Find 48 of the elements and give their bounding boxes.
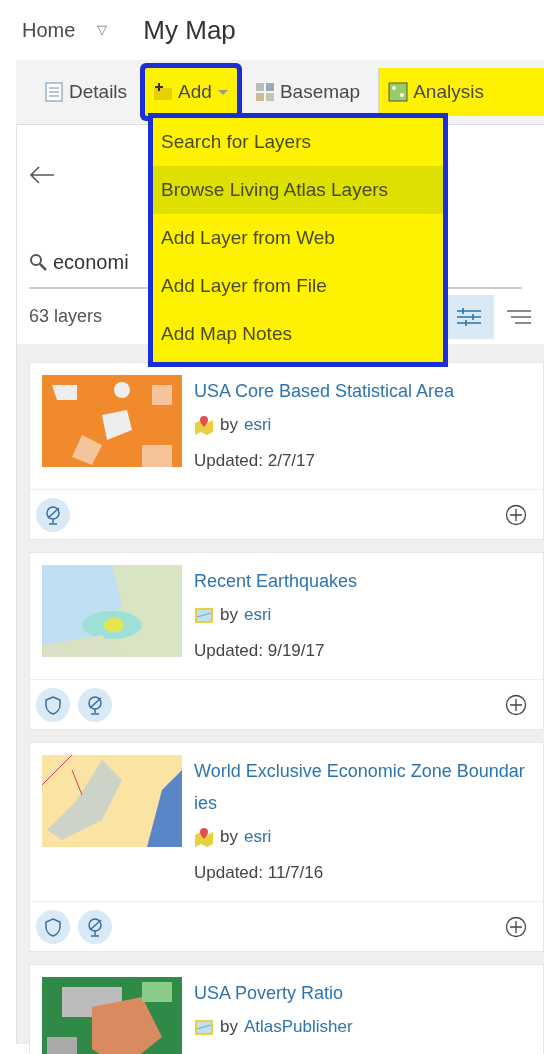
byline-label: by xyxy=(220,1016,238,1038)
search-field[interactable]: economi xyxy=(53,247,133,277)
updated-date: Updated: 11/7/16 xyxy=(194,862,325,884)
badge-globe-icon xyxy=(36,497,70,532)
plus-icon xyxy=(153,82,174,102)
analysis-icon xyxy=(388,82,409,102)
badge-globe-icon xyxy=(78,909,112,944)
map-pin-icon xyxy=(194,827,214,847)
map-pin-icon xyxy=(194,415,214,435)
toolbar-tab[interactable]: Details xyxy=(36,68,136,116)
layer-title-link[interactable]: USA Poverty Ratio xyxy=(194,977,543,1009)
byline-label: by xyxy=(220,414,238,436)
map-image-icon xyxy=(194,1017,214,1037)
owner-link[interactable]: esri xyxy=(243,819,272,855)
owner-link[interactable]: esri xyxy=(243,597,272,633)
badge-globe-icon xyxy=(78,687,112,722)
layer-count: 63 layers xyxy=(29,305,103,328)
menu-item[interactable]: Browse Living Atlas Layers xyxy=(153,166,443,214)
toolbar-tab[interactable]: Basemap xyxy=(246,68,369,116)
badge-shield-icon xyxy=(36,687,70,722)
add-circle-icon xyxy=(505,503,527,526)
details-icon xyxy=(44,82,64,102)
grid-icon xyxy=(254,82,275,102)
add-circle-icon xyxy=(505,693,527,716)
badge-shield-icon xyxy=(36,909,70,944)
byline-label: by xyxy=(220,826,238,848)
layer-title-link[interactable]: USA Core Based Statistical Area xyxy=(194,375,543,407)
back-arrow-icon xyxy=(29,165,55,185)
menu-item[interactable]: Add Layer from Web xyxy=(153,214,443,262)
layer-title-link[interactable]: World Exclusive Economic Zone Boundaries xyxy=(194,755,543,819)
menu-item[interactable]: Add Layer from File xyxy=(153,262,443,310)
dropdown-caret[interactable]: ▽ xyxy=(97,20,108,40)
caret-icon xyxy=(216,88,229,96)
updated-date: Updated: 2/7/17 xyxy=(194,450,316,472)
home-link[interactable]: Home xyxy=(22,15,76,45)
layer-title-link[interactable]: Recent Earthquakes xyxy=(194,565,543,597)
byline-label: by xyxy=(220,604,238,626)
sliders-icon xyxy=(455,305,483,328)
owner-link[interactable]: AtlasPublisher xyxy=(243,1009,353,1045)
map-image-icon xyxy=(194,605,214,625)
map-title: My Map xyxy=(143,13,236,47)
menu-item[interactable]: Search for Layers xyxy=(153,118,443,166)
owner-link[interactable]: esri xyxy=(243,407,272,443)
toolbar-tab[interactable]: Analysis xyxy=(378,68,544,116)
updated-date: Updated: 9/19/17 xyxy=(194,640,326,662)
search-icon xyxy=(29,253,47,271)
menu-item[interactable]: Add Map Notes xyxy=(153,310,443,358)
add-circle-icon xyxy=(505,915,527,938)
